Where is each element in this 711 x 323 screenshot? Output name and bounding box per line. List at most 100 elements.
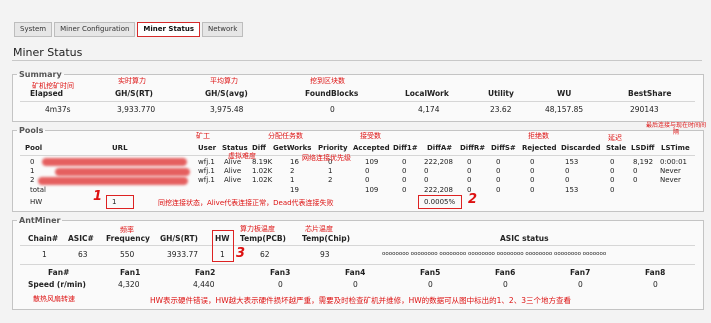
antminer-value-rt: 3933.77 [167, 250, 199, 259]
pool-cell-diff: 1.02K [252, 167, 273, 175]
pool-cell-diffa: 222,208 [424, 186, 453, 194]
pool-cell-stale: 0 [610, 176, 615, 184]
pool-cell-getworks: 16 [290, 158, 299, 166]
pool-cell-lsdiff: 0 [633, 176, 638, 184]
pool-cell-priority: 2 [328, 176, 333, 184]
pools-header-getworks: GetWorks [273, 144, 312, 152]
pools-header-pool: Pool [25, 144, 43, 152]
tab-system[interactable]: System [14, 22, 53, 37]
pool-cell-lsdiff: 8,192 [633, 158, 654, 166]
summary-value-elapsed: 4m37s [45, 105, 71, 114]
fan-header-5: Fan5 [420, 268, 441, 277]
summary-header-avg: GH/S(avg) [205, 89, 248, 98]
fan-header-8: Fan8 [645, 268, 666, 277]
fan-value-1: 4,320 [118, 280, 140, 289]
pool-cell-diffr: 0 [467, 167, 472, 175]
pool-cell-pool: 2 [30, 176, 35, 184]
redacted-url-1 [55, 168, 190, 176]
annotation-rejected: 拒绝数 [528, 132, 549, 140]
pool-cell-diffr: 0 [467, 176, 472, 184]
tab-network[interactable]: Network [202, 22, 244, 37]
summary-header-bestshare: BestShare [628, 89, 672, 98]
pool-cell-accepted: 109 [365, 158, 379, 166]
fan-value-5: 0 [428, 280, 433, 289]
fan-header-6: Fan6 [495, 268, 516, 277]
annotation-frequency: 频率 [120, 226, 134, 234]
antminer-value-asic: 63 [78, 250, 88, 259]
hw-box-1 [106, 195, 134, 209]
antminer-header-frequency: Frequency [106, 234, 150, 243]
pools-header-diff1: Diff1# [393, 144, 418, 152]
pool-cell-getworks: 1 [290, 176, 295, 184]
pool-cell-rejected: 0 [530, 167, 535, 175]
pool-cell-diff1: 0 [402, 176, 407, 184]
antminer-divider [20, 245, 695, 246]
pools-header-diffr: DiffR# [460, 144, 486, 152]
pools-legend: Pools [19, 126, 44, 135]
summary-legend: Summary [19, 70, 62, 79]
antminer-value-chain: 1 [42, 250, 47, 259]
fan-value-label: Speed (r/min) [28, 280, 86, 289]
pools-header-discarded: Discarded [561, 144, 601, 152]
pool-cell-stale: 0 [610, 167, 615, 175]
fan-value-6: 0 [503, 280, 508, 289]
summary-divider [20, 101, 695, 102]
pool-cell-rejected: 0 [530, 176, 535, 184]
pool-cell-diff: 1.02K [252, 176, 273, 184]
annotation-temp-pcb: 算力板温度 [240, 225, 275, 233]
annotation-foundblocks: 挖到区块数 [310, 77, 345, 85]
annotation-rt: 实时算力 [118, 77, 146, 85]
antminer-header-rt: GH/S(RT) [160, 234, 198, 243]
fan-value-4: 0 [353, 280, 358, 289]
fan-header-7: Fan7 [570, 268, 591, 277]
summary-value-utility: 23.62 [490, 105, 512, 114]
fan-header-4: Fan4 [345, 268, 366, 277]
fan-header-label: Fan# [48, 268, 70, 277]
pool-cell-rejected: 0 [530, 158, 535, 166]
marker-number-1: 1 [93, 189, 103, 204]
fan-value-8: 0 [653, 280, 658, 289]
annotation-lstime: 最后连接与现在时间间隔 [646, 122, 707, 136]
annotation-hw-note: HW表示硬件错误，HW越大表示硬件损坏越严重，需要及时检查矿机并维修，HW的数据… [150, 296, 571, 305]
pool-cell-getworks: 2 [290, 167, 295, 175]
annotation-getworks: 分配任务数 [268, 132, 303, 140]
annotation-diff: 虚拟难度 [228, 152, 256, 160]
tab-miner-status[interactable]: Miner Status [137, 22, 201, 37]
fan-header-3: Fan3 [270, 268, 291, 277]
summary-header-localwork: LocalWork [405, 89, 449, 98]
pools-header-rejected: Rejected [522, 144, 557, 152]
antminer-value-asic-status: oooooooo oooooooo oooooooo oooooooo oooo… [382, 251, 607, 257]
pool-cell-diffs: 0 [496, 176, 501, 184]
page-title: Miner Status [13, 46, 83, 59]
pool-cell-status: Alive [224, 167, 242, 175]
annotation-stale: 延迟 [608, 134, 622, 142]
summary-value-rt: 3,933.770 [117, 105, 156, 114]
pool-cell-user: wfj.1 [198, 158, 215, 166]
pools-header-url: URL [112, 144, 128, 152]
redacted-url-0 [42, 158, 187, 166]
hw-box-2 [418, 195, 462, 209]
fan-header-2: Fan2 [195, 268, 216, 277]
pool-cell-diffa: 0 [424, 176, 429, 184]
pool-cell-diff1: 0 [402, 186, 407, 194]
annotation-avg: 平均算力 [210, 77, 238, 85]
tab-miner-configuration[interactable]: Miner Configuration [54, 22, 136, 37]
annotation-miner: 矿工 [196, 132, 210, 140]
title-divider [12, 60, 702, 61]
pools-divider [20, 155, 695, 156]
summary-header-wu: WU [557, 89, 572, 98]
marker-number-2: 2 [468, 192, 478, 207]
antminer-header-asic-status: ASIC status [500, 234, 549, 243]
fan-value-7: 0 [578, 280, 583, 289]
summary-header-rt: GH/S(RT) [115, 89, 153, 98]
pools-header-user: User [198, 144, 217, 152]
annotation-priority: 网络连接优先级 [302, 154, 351, 162]
pool-cell-lstime: Never [660, 176, 681, 184]
summary-value-wu: 48,157.85 [545, 105, 584, 114]
pool-cell-lstime: Never [660, 167, 681, 175]
redacted-url-2 [38, 177, 188, 185]
pool-cell-pool: HW [30, 198, 43, 206]
antminer-legend: AntMiner [19, 216, 61, 225]
antminer-value-frequency: 550 [120, 250, 135, 259]
pool-cell-pool: 0 [30, 158, 35, 166]
